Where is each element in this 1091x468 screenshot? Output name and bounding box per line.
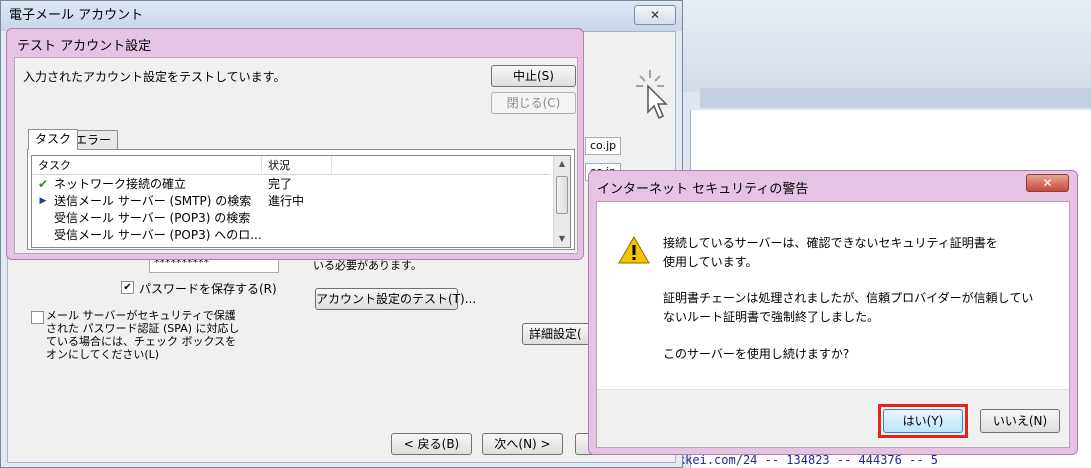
task-name: 受信メール サーバー (POP3) の検索	[54, 211, 251, 225]
no-button[interactable]: いいえ(N)	[980, 409, 1060, 433]
question-text: このサーバーを使用し続けますか?	[663, 347, 850, 361]
scroll-up-arrow-icon[interactable]: ▲	[554, 156, 570, 172]
yes-button[interactable]: はい(Y)	[883, 409, 963, 433]
close-button[interactable]: 閉じる(C)	[491, 92, 576, 114]
column-task[interactable]: タスク	[32, 156, 262, 175]
spa-label: メール サーバーがセキュリティで保護された パスワード認証 (SPA) に対応し…	[46, 309, 240, 361]
warning-icon	[618, 236, 650, 264]
window-title: 電子メール アカウント	[1, 1, 682, 31]
tab-task[interactable]: タスク	[28, 129, 79, 150]
task-name: 送信メール サーバー (SMTP) の検索	[54, 194, 252, 208]
dialog-footer: はい(Y) いいえ(N)	[597, 389, 1069, 447]
test-account-settings-button[interactable]: アカウント設定のテスト(T)...	[315, 288, 476, 310]
check-icon: ✔	[37, 177, 49, 191]
list-item[interactable]: ✔ ネットワーク接続の確立 完了	[32, 175, 550, 193]
dialog-title: テスト アカウント設定	[17, 39, 152, 54]
message-line: 証明書チェーンは処理されましたが、信頼プロバイダーが信頼してい	[663, 291, 1034, 305]
security-warning-dialog: インターネット セキュリティの警告 ✕ 接続しているサーバーは、確認できないセキ…	[588, 170, 1078, 455]
save-password-checkbox[interactable]: ✔	[121, 281, 134, 294]
message-line: 接続しているサーバーは、確認できないセキュリティ証明書を	[663, 236, 998, 250]
row-icon	[36, 226, 50, 244]
background-ribbon	[680, 0, 1091, 92]
message-line: ないルート証明書で強制終了しました。	[663, 310, 880, 324]
dialog-body: 入力されたアカウント設定をテストしています。 中止(S) 閉じる(C) タスク …	[14, 57, 578, 254]
play-arrow-icon: ▶	[39, 196, 47, 206]
scroll-thumb[interactable]	[556, 176, 568, 214]
list-header: タスク 状況	[32, 156, 550, 175]
dialog-title: インターネット セキュリティの警告	[597, 182, 809, 197]
list-item[interactable]: 受信メール サーバー (POP3) の検索	[32, 209, 550, 227]
list-scrollbar[interactable]: ▲ ▼	[553, 156, 570, 247]
dialog-body: 接続しているサーバーは、確認できないセキュリティ証明書を 使用しています。 証明…	[596, 201, 1070, 448]
back-button[interactable]: < 戻る(B)	[391, 433, 472, 455]
task-name: ネットワーク接続の確立	[54, 177, 187, 191]
task-panel: タスク 状況 ✔ ネットワーク接続の確立 完了 ▶ 送信メール サーバー (SM…	[27, 149, 575, 250]
task-list[interactable]: タスク 状況 ✔ ネットワーク接続の確立 完了 ▶ 送信メール サーバー (SM…	[31, 155, 571, 248]
cursor-sparkle-icon	[636, 70, 668, 120]
task-state: 完了	[268, 177, 293, 191]
advanced-settings-button[interactable]: 詳細設定(	[522, 323, 592, 345]
next-button[interactable]: 次へ(N) >	[482, 433, 563, 455]
test-account-settings-dialog: テスト アカウント設定 入力されたアカウント設定をテストしています。 中止(S)…	[6, 28, 584, 260]
list-item[interactable]: 受信メール サーバー (POP3) へのロ...	[32, 226, 550, 244]
scroll-down-arrow-icon[interactable]: ▼	[554, 231, 570, 247]
close-button[interactable]: ✕	[634, 5, 676, 25]
row-icon	[36, 209, 50, 227]
list-item[interactable]: ▶ 送信メール サーバー (SMTP) の検索 進行中	[32, 192, 550, 210]
message-line: 使用しています。	[663, 255, 758, 269]
domain-field[interactable]: co.jp	[585, 137, 622, 155]
column-state[interactable]: 状況	[262, 156, 332, 175]
background-toolbar	[700, 88, 1091, 108]
spa-checkbox[interactable]	[31, 311, 44, 324]
status-text: 入力されたアカウント設定をテストしています。	[23, 70, 286, 84]
save-password-label: パスワードを保存する(R)	[139, 282, 277, 296]
stop-button[interactable]: 中止(S)	[491, 65, 576, 87]
close-button[interactable]: ✕	[1026, 174, 1069, 192]
task-name: 受信メール サーバー (POP3) へのロ...	[54, 228, 262, 242]
task-state: 進行中	[268, 194, 305, 208]
